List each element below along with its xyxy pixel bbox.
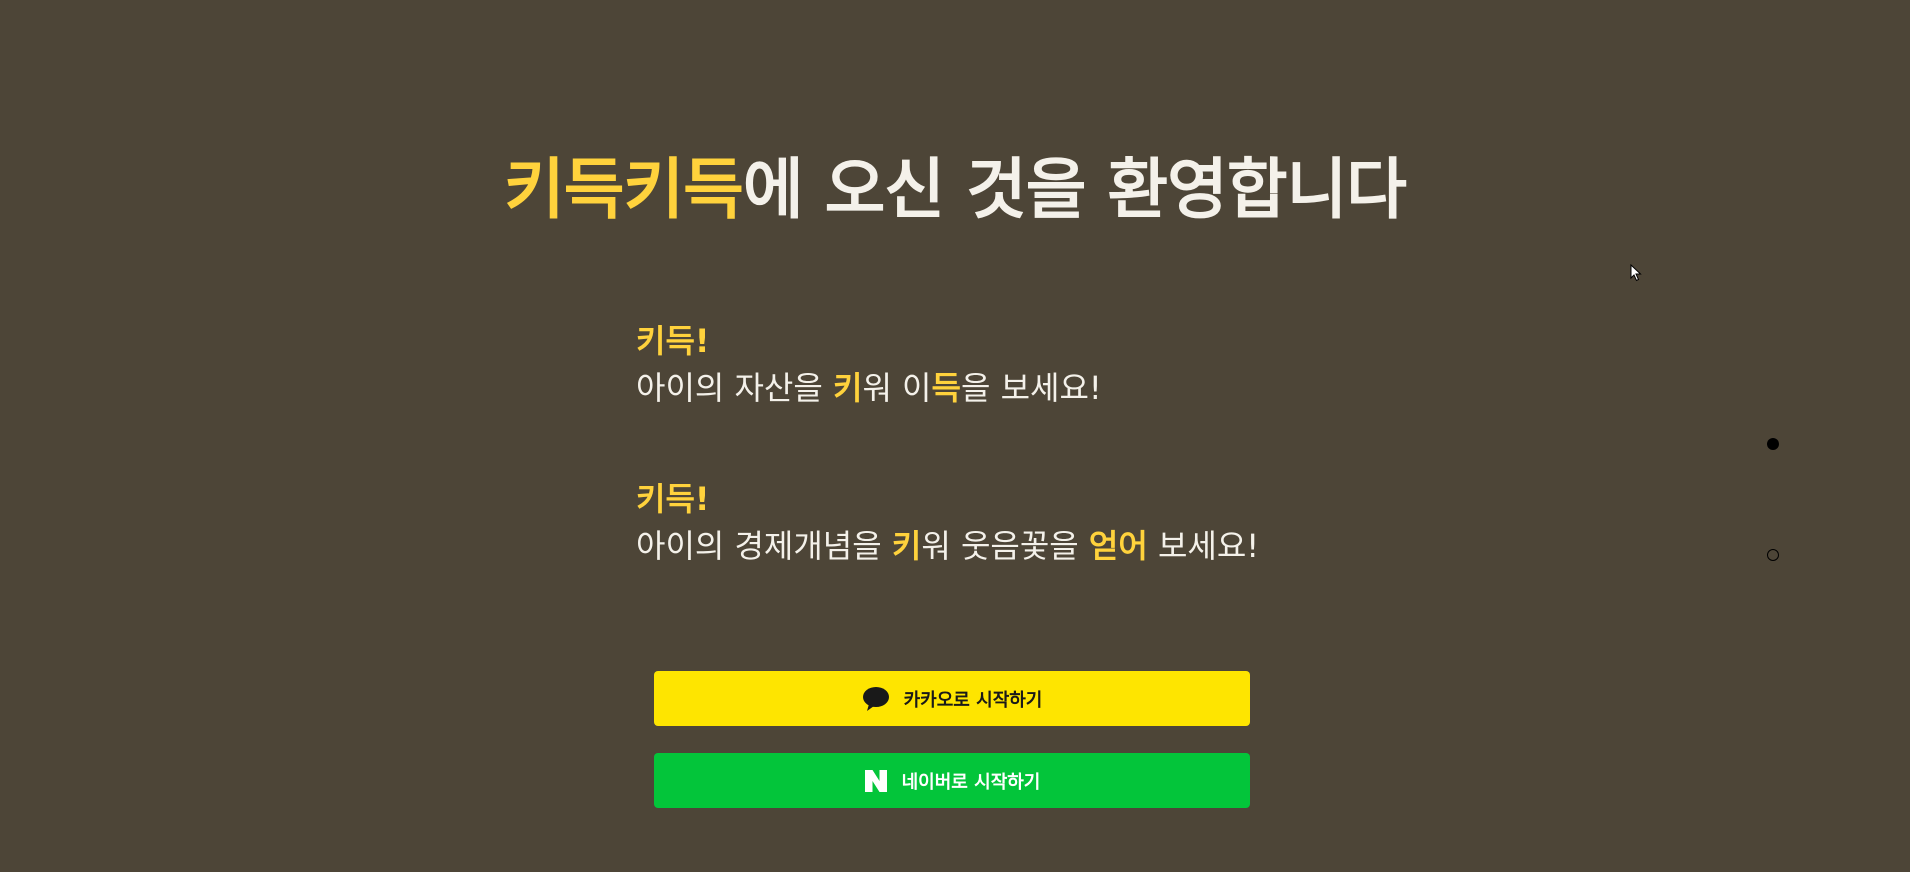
slogan-highlight: 키: [891, 527, 922, 565]
slogan-heading: 키득!: [636, 322, 710, 360]
kakao-login-button[interactable]: 카카오로 시작하기: [654, 671, 1250, 726]
slogan-highlight: 얻어: [1088, 527, 1148, 565]
naver-n-icon: [864, 769, 888, 793]
pagination-dot[interactable]: [1767, 549, 1779, 561]
title-rest: 에 오신 것을 환영합니다: [742, 151, 1407, 228]
slogan-text-part: 아이의 자산을: [636, 369, 833, 407]
mouse-cursor-icon: [1630, 263, 1642, 286]
slogan-text-part: 을 보세요!: [960, 369, 1102, 407]
naver-login-label: 네이버로 시작하기: [901, 771, 1041, 793]
kakao-login-label: 카카오로 시작하기: [903, 689, 1043, 711]
brand-name: 키득키득: [503, 151, 744, 228]
slogan-text-part: 아이의 경제개념을: [636, 527, 892, 565]
naver-login-button[interactable]: 네이버로 시작하기: [654, 753, 1250, 808]
slogan-heading: 키득!: [636, 480, 710, 518]
page-title: 키득키득에 오신 것을 환영합니다: [0, 136, 1910, 232]
slogan-text-part: 워 웃음꽃을: [921, 527, 1089, 565]
slogan-text: 아이의 자산을 키워 이득을 보세요!: [636, 364, 1102, 412]
slogan-block: 키득! 아이의 자산을 키워 이득을 보세요!: [636, 318, 1102, 412]
slogan-text-part: 워 이: [862, 369, 932, 407]
slogan-highlight: 키: [832, 369, 863, 407]
slogan-text-part: 보세요!: [1147, 527, 1260, 565]
slogan-text: 아이의 경제개념을 키워 웃음꽃을 얻어 보세요!: [636, 522, 1259, 570]
pagination-dot-active[interactable]: [1767, 438, 1779, 450]
slogan-highlight: 득: [931, 369, 961, 407]
welcome-page: 키득키득에 오신 것을 환영합니다 키득! 아이의 자산을 키워 이득을 보세요…: [0, 0, 1910, 872]
speech-bubble-icon: [862, 686, 890, 712]
slogan-block: 키득! 아이의 경제개념을 키워 웃음꽃을 얻어 보세요!: [636, 476, 1259, 570]
